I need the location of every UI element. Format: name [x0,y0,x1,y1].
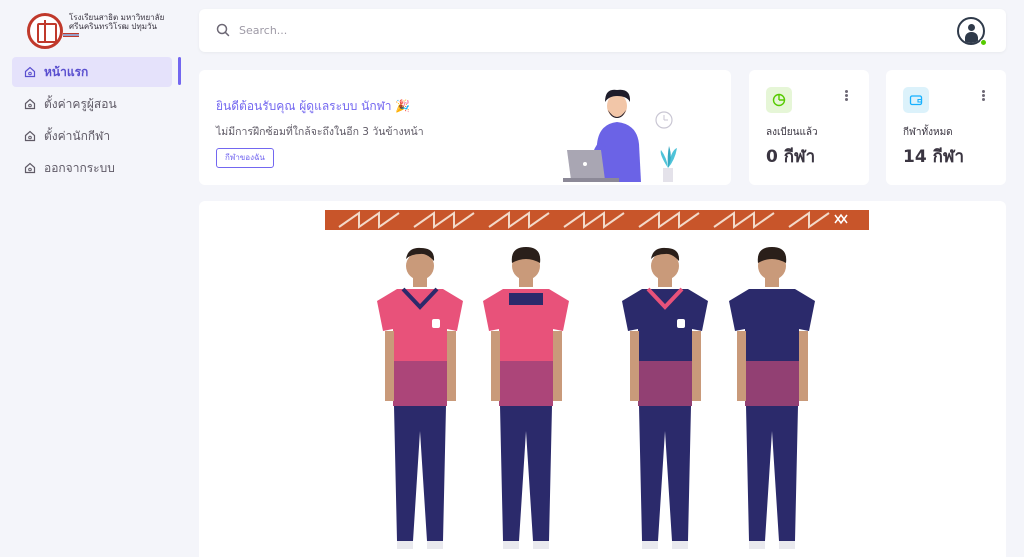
home-icon [24,162,36,174]
welcome-title: ยินดีต้อนรับคุณ ผู้ดูแลระบบ นักฬา 🎉 [216,99,411,113]
home-icon [24,66,36,78]
my-sports-button[interactable]: กีฬาของฉัน [216,148,274,168]
more-vertical-icon[interactable] [982,90,986,102]
stat-label: กีฬาทั้งหมด [903,127,953,138]
sidebar-item-athlete-settings[interactable]: ตั้งค่านักกีฬา [12,121,172,151]
welcome-card: ยินดีต้อนรับคุณ ผู้ดูแลระบบ นักฬา 🎉 ไม่ม… [199,70,731,185]
wallet-icon [903,87,929,113]
stat-value: 14 กีฬา [903,147,965,167]
active-nav-indicator [178,57,181,85]
sidebar-nav: หน้าแรก ตั้งค่าครูผู้สอน ตั้งค่านักกีฬา … [12,57,172,185]
stat-value: 0 กีฬา [766,147,816,167]
sidebar-item-label: ออกจากระบบ [44,160,115,175]
total-sports-card: กีฬาทั้งหมด 14 กีฬา [886,70,1006,185]
school-logo[interactable]: โรงเรียนสาธิต มหาวิทยาลัยศรีนครินทรวิโรฒ… [27,13,179,49]
sidebar-item-label: ตั้งค่านักกีฬา [44,128,111,143]
search-input[interactable] [239,20,639,40]
sidebar-item-teacher-settings[interactable]: ตั้งค่าครูผู้สอน [12,89,172,119]
person-at-laptop-illustration [563,89,677,182]
sidebar-item-label: ตั้งค่าครูผู้สอน [44,96,117,111]
uniform-banner-image [199,201,1006,557]
home-icon [24,98,36,110]
user-icon-body [965,32,978,43]
school-name: โรงเรียนสาธิต มหาวิทยาลัยศรีนครินทรวิโรฒ… [69,13,165,31]
registered-sports-card: ลงเบียนแล้ว 0 กีฬา [749,70,869,185]
sidebar-item-label: หน้าแรก [44,64,89,79]
more-vertical-icon[interactable] [845,90,849,102]
user-icon [968,24,975,31]
online-status-badge [980,39,987,46]
school-seal-icon [27,13,63,49]
welcome-subtitle: ไม่มีการฝึกซ้อมที่ใกล้จะถึงในอีก 3 วันข้… [216,126,424,138]
sidebar-item-home[interactable]: หน้าแรก [12,57,172,87]
home-icon [24,130,36,142]
sidebar-item-logout[interactable]: ออกจากระบบ [12,153,172,183]
stat-label: ลงเบียนแล้ว [766,127,818,138]
sidebar: โรงเรียนสาธิต มหาวิทยาลัยศรีนครินทรวิโรฒ… [0,0,182,557]
pie-chart-icon [766,87,792,113]
sports-uniform-illustration [325,210,869,549]
top-bar [199,9,1006,52]
search-icon[interactable] [216,23,230,37]
thai-flag-icon [63,33,79,37]
